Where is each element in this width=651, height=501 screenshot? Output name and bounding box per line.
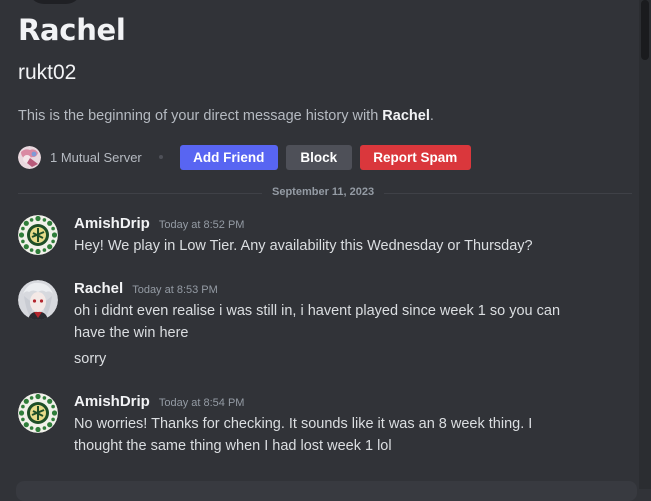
mutual-server-icon[interactable] <box>18 145 41 169</box>
message-header: Rachel Today at 8:53 PM <box>74 280 594 300</box>
intro-name: Rachel <box>382 108 430 124</box>
dm-intro-text: This is the beginning of your direct mes… <box>18 108 434 124</box>
message-text: No worries! Thanks for checking. It soun… <box>74 416 533 432</box>
message-text: oh i didnt even realise i was still in, … <box>74 303 561 319</box>
scrollbar-track[interactable] <box>639 0 651 489</box>
user-avatar[interactable] <box>18 393 58 433</box>
block-button[interactable]: Block <box>285 144 352 170</box>
add-friend-button[interactable]: Add Friend <box>179 144 278 170</box>
date-divider-label: September 11, 2023 <box>262 186 385 198</box>
mutual-servers-link[interactable]: 1 Mutual Server <box>50 150 142 165</box>
message-author[interactable]: Rachel <box>74 280 123 297</box>
message-text: have the win here <box>74 325 189 341</box>
report-spam-button[interactable]: Report Spam <box>359 144 471 170</box>
message-body: AmishDrip Today at 8:52 PM Hey! We play … <box>74 215 594 257</box>
profile-display-name: Rachel <box>18 13 126 47</box>
message-timestamp: Today at 8:54 PM <box>158 397 245 409</box>
message-header: AmishDrip Today at 8:54 PM <box>74 393 594 413</box>
message-body: AmishDrip Today at 8:54 PM No worries! T… <box>74 393 594 457</box>
user-avatar[interactable] <box>18 280 58 320</box>
mutual-actions-row: 1 Mutual Server Add Friend Block Report … <box>18 144 479 170</box>
profile-username: rukt02 <box>18 61 77 84</box>
message-timestamp: Today at 8:53 PM <box>132 284 218 296</box>
message-text: thought the same thing when I had lost w… <box>74 438 392 454</box>
message-header: AmishDrip Today at 8:52 PM <box>74 215 594 235</box>
profile-avatar[interactable] <box>28 0 82 4</box>
user-avatar[interactable] <box>18 215 58 255</box>
message-timestamp: Today at 8:52 PM <box>158 219 245 231</box>
message-author[interactable]: AmishDrip <box>74 215 150 232</box>
message-body: Rachel Today at 8:53 PM oh i didnt even … <box>74 280 594 370</box>
message-text: Hey! We play in Low Tier. Any availabili… <box>74 238 533 254</box>
intro-prefix: This is the beginning of your direct mes… <box>18 108 383 124</box>
intro-suffix: . <box>429 108 434 124</box>
message-composer[interactable] <box>16 481 637 501</box>
message-author[interactable]: AmishDrip <box>74 393 150 410</box>
separator-dot <box>158 155 163 159</box>
scrollbar-thumb[interactable] <box>641 0 649 60</box>
message-text: sorry <box>74 351 107 367</box>
